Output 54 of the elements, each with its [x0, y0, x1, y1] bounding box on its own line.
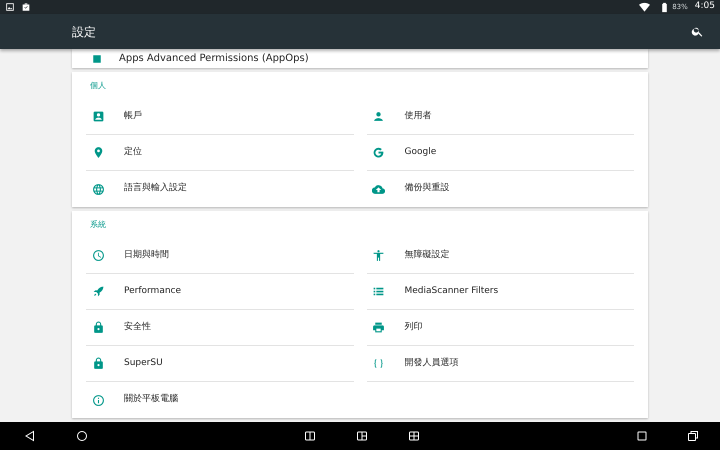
curly-braces-icon	[372, 357, 385, 370]
status-time: 4:05	[694, 0, 715, 14]
settings-item[interactable]: 使用者	[366, 99, 634, 135]
section-header: 系統	[90, 218, 106, 230]
clock-icon	[92, 249, 104, 262]
settings-item[interactable]: 帳戶	[86, 99, 354, 135]
cloud-upload-icon	[372, 182, 385, 196]
padlock-icon	[92, 357, 104, 370]
rocket-icon	[92, 285, 104, 298]
settings-item[interactable]: 定位	[86, 135, 354, 171]
list-icon	[372, 285, 385, 298]
shopping-bag-check-icon	[21, 2, 31, 12]
info-icon	[92, 394, 104, 406]
overlapping-windows-button[interactable]	[686, 429, 700, 443]
section-header: 個人	[90, 80, 106, 92]
settings-item[interactable]: 語言與輸入設定	[86, 171, 354, 207]
person-icon	[372, 110, 385, 123]
settings-item[interactable]: 列印	[366, 310, 634, 346]
settings-item[interactable]: Performance	[86, 274, 354, 310]
recents-square-button[interactable]	[635, 429, 649, 443]
settings-item[interactable]: 開發人員選項	[366, 346, 634, 382]
settings-item[interactable]: 安全性	[86, 310, 354, 346]
recents-square-icon	[636, 430, 648, 442]
split-panes-button[interactable]	[355, 429, 369, 443]
settings-item[interactable]: 備份與重設	[366, 171, 634, 207]
settings-item[interactable]: Google	[366, 135, 634, 171]
home-icon	[76, 430, 88, 442]
accessibility-figure-icon	[372, 249, 385, 262]
location-pin-icon	[92, 146, 104, 159]
split-panes-icon	[356, 430, 368, 442]
image-icon	[5, 2, 15, 12]
wifi-icon	[639, 2, 650, 12]
split-columns-button[interactable]	[303, 429, 317, 443]
app-bar-title: 設定	[72, 24, 97, 40]
grid-button[interactable]	[407, 429, 421, 443]
settings-item[interactable]: Apps Advanced Permissions (AppOps)	[119, 51, 309, 66]
padlock-icon	[92, 321, 104, 334]
account-box-icon	[92, 110, 104, 123]
split-columns-icon	[304, 430, 316, 442]
google-g-icon	[372, 146, 385, 159]
settings-item[interactable]: MediaScanner Filters	[366, 274, 634, 310]
home-button[interactable]	[75, 429, 89, 443]
overlapping-windows-icon	[687, 430, 699, 442]
search-button[interactable]	[690, 24, 704, 38]
settings-item[interactable]: 關於平板電腦	[86, 382, 354, 418]
settings-item[interactable]: 無障礙設定	[366, 238, 634, 274]
search-icon	[690, 25, 704, 38]
printer-icon	[372, 321, 385, 334]
settings-item[interactable]: 日期與時間	[86, 238, 354, 274]
settings-item[interactable]: SuperSU	[86, 346, 354, 382]
back-button[interactable]	[23, 429, 37, 443]
grid-icon	[408, 430, 420, 442]
back-icon	[24, 430, 36, 442]
globe-icon	[92, 182, 104, 196]
